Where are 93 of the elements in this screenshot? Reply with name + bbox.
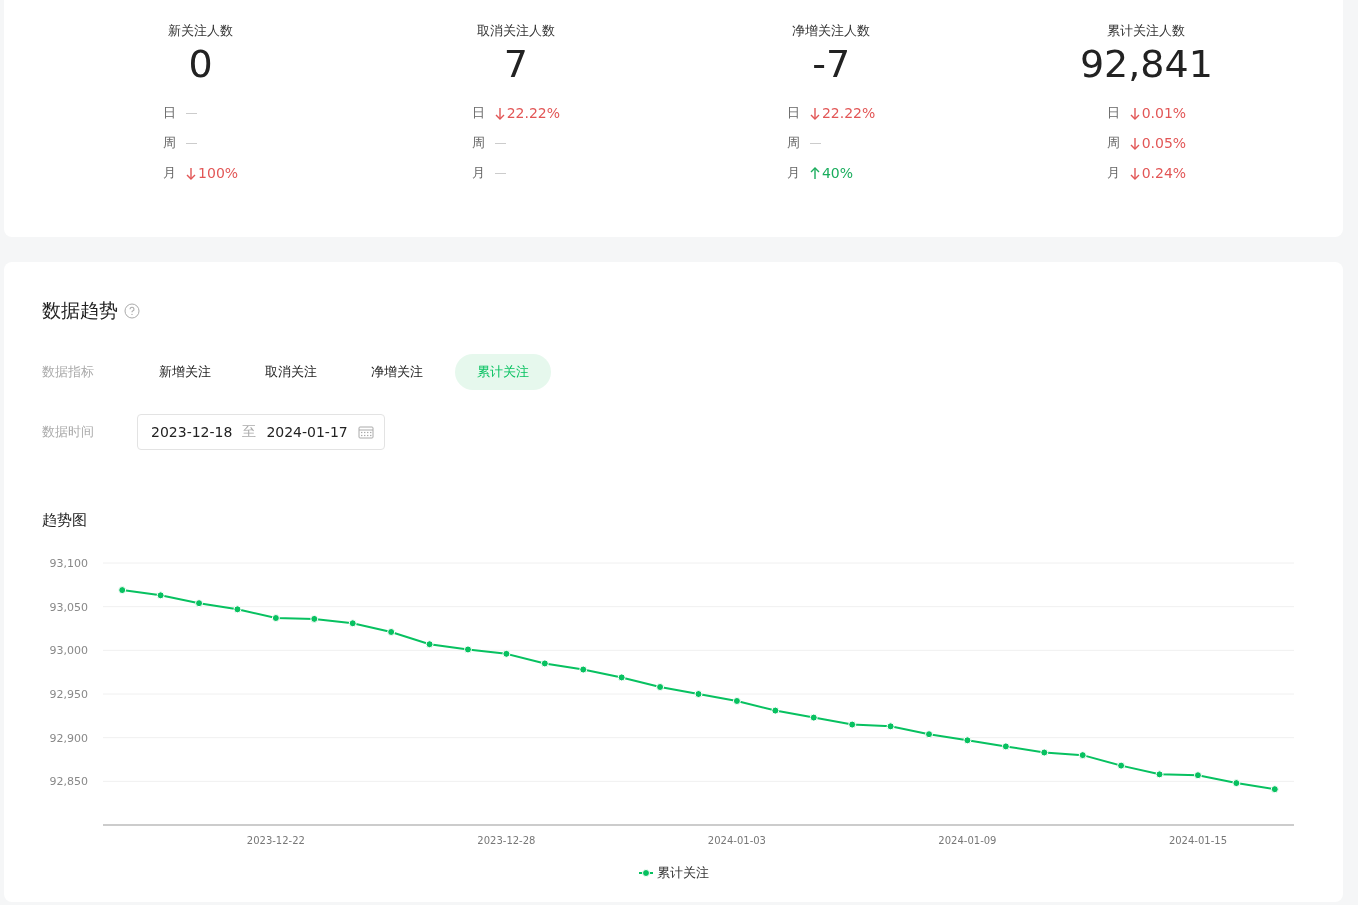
data-point — [771, 706, 780, 715]
down-arrow-icon — [186, 166, 197, 180]
stat-title: 累计关注人数 — [1107, 22, 1186, 40]
data-point — [348, 619, 357, 628]
legend-label: 累计关注 — [656, 864, 709, 882]
data-point — [1040, 748, 1049, 757]
data-point — [1232, 779, 1241, 788]
metric-tab[interactable]: 净增关注 — [349, 354, 445, 390]
period-label: 周 — [163, 134, 177, 152]
metric-tab[interactable]: 新增关注 — [137, 354, 233, 390]
help-icon[interactable] — [124, 303, 140, 319]
data-point — [809, 713, 818, 722]
data-point — [387, 628, 396, 636]
data-point — [271, 614, 280, 622]
data-point — [732, 697, 741, 705]
data-point — [656, 683, 665, 691]
stat-value: 0 — [188, 42, 213, 86]
dash-icon — [186, 143, 198, 144]
down-arrow-icon — [1129, 166, 1140, 180]
data-point — [579, 665, 588, 674]
change-value: 0.01% — [1141, 105, 1187, 121]
x-axis-label: 2023-12-28 — [477, 835, 536, 846]
data-point — [1078, 751, 1087, 760]
data-point — [118, 586, 127, 595]
data-point — [886, 722, 895, 731]
period-label: 日 — [786, 104, 800, 122]
stat-title: 新关注人数 — [168, 22, 234, 40]
data-point — [963, 736, 972, 745]
stat-title: 取消关注人数 — [476, 22, 555, 40]
down-arrow-icon — [1129, 136, 1140, 150]
stat-title: 净增关注人数 — [792, 22, 871, 40]
data-point — [425, 640, 434, 649]
dash-icon — [186, 113, 198, 114]
period-label: 月 — [786, 164, 800, 182]
change-value: 0.05% — [1141, 135, 1187, 151]
calendar-icon — [357, 425, 374, 439]
stat-value: 7 — [503, 42, 528, 86]
data-point — [848, 720, 857, 729]
dash-icon — [494, 143, 506, 144]
change-value: 22.22% — [506, 105, 561, 121]
stat-value: 92,841 — [1079, 42, 1213, 86]
period-label: 日 — [163, 104, 177, 122]
period-label: 日 — [1106, 104, 1120, 122]
y-axis-label: 92,950 — [49, 688, 88, 701]
form-label: 数据时间 — [42, 423, 95, 441]
data-point — [925, 730, 933, 739]
data-point — [195, 599, 204, 608]
change-value: 40% — [821, 165, 854, 181]
x-axis-label: 2023-12-22 — [246, 835, 305, 846]
period-label: 周 — [1106, 134, 1120, 152]
data-point — [694, 690, 703, 698]
data-point — [1193, 771, 1202, 780]
date-range-field[interactable]: 2023-12-18 至 2024-01-17 — [137, 414, 385, 450]
metric-tab[interactable]: 取消关注 — [243, 354, 339, 390]
data-point — [502, 649, 511, 658]
legend-marker-icon — [638, 869, 653, 877]
data-point — [233, 605, 242, 614]
data-point — [617, 673, 626, 682]
y-axis-label: 92,850 — [49, 775, 88, 789]
down-arrow-icon — [809, 106, 820, 120]
data-point — [540, 659, 549, 668]
change-value: 22.22% — [821, 105, 876, 121]
y-axis-label: 93,100 — [49, 557, 88, 570]
dash-icon — [494, 173, 506, 174]
chart-title: 趋势图 — [42, 511, 88, 530]
data-point — [310, 614, 319, 623]
period-label: 日 — [471, 104, 485, 122]
data-point — [1001, 742, 1010, 751]
data-point — [1117, 761, 1126, 770]
y-axis-label: 93,000 — [49, 644, 88, 658]
stat-value: -7 — [812, 42, 851, 86]
period-label: 月 — [471, 164, 485, 182]
form-label: 数据指标 — [42, 363, 95, 381]
period-label: 周 — [471, 134, 485, 152]
section-title: 数据趋势 — [42, 298, 118, 323]
change-value: 100% — [198, 165, 239, 181]
data-point — [156, 591, 165, 600]
y-axis-label: 92,900 — [49, 731, 88, 745]
period-label: 月 — [1106, 164, 1120, 182]
x-axis-label: 2024-01-09 — [938, 835, 997, 846]
change-value: 0.24% — [1141, 165, 1187, 181]
dash-icon — [809, 143, 821, 144]
x-axis-label: 2024-01-15 — [1168, 835, 1227, 846]
data-point — [464, 645, 472, 654]
period-label: 月 — [163, 164, 177, 182]
y-axis-label: 93,050 — [49, 600, 88, 614]
up-arrow-icon — [809, 166, 820, 180]
data-point — [1270, 785, 1279, 794]
period-label: 周 — [786, 134, 800, 152]
x-axis-label: 2024-01-03 — [707, 835, 766, 846]
data-point — [1155, 770, 1164, 779]
down-arrow-icon — [494, 106, 505, 120]
down-arrow-icon — [1129, 106, 1140, 120]
